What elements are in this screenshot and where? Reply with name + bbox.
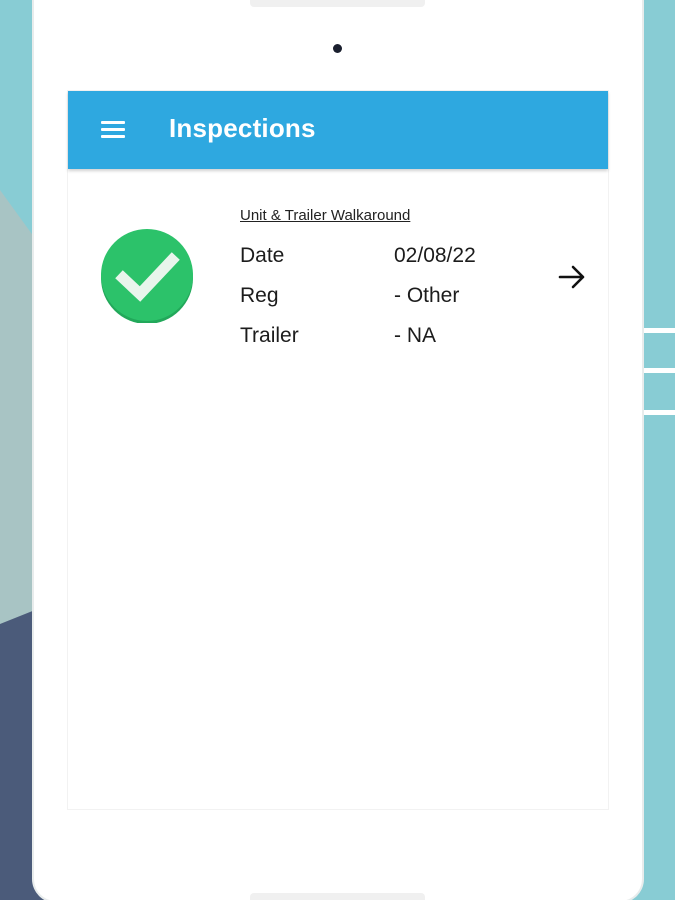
app-bar: Inspections (68, 91, 608, 169)
date-value: 02/08/22 (394, 244, 476, 267)
reg-label: Reg (240, 284, 279, 307)
background-stripe (640, 368, 675, 373)
background-stripe (640, 328, 675, 333)
reg-value: - Other (394, 284, 460, 307)
inspection-list-item[interactable]: Unit & Trailer Walkaround Date 02/08/22 … (68, 191, 608, 361)
trailer-value: - NA (394, 324, 436, 347)
check-circle-icon (101, 229, 193, 323)
menu-icon[interactable] (99, 118, 127, 142)
tablet-top-edge (250, 0, 425, 7)
trailer-label: Trailer (240, 324, 299, 347)
app-screen: Inspections Unit & Trailer Walkaround Da… (68, 91, 608, 809)
page-title: Inspections (169, 113, 316, 143)
arrow-right-icon[interactable] (556, 261, 588, 293)
background-stripe (640, 410, 675, 415)
date-label: Date (240, 244, 285, 267)
tablet-bottom-edge (250, 893, 425, 900)
camera-dot (333, 44, 342, 53)
inspection-title: Unit & Trailer Walkaround (240, 207, 411, 224)
